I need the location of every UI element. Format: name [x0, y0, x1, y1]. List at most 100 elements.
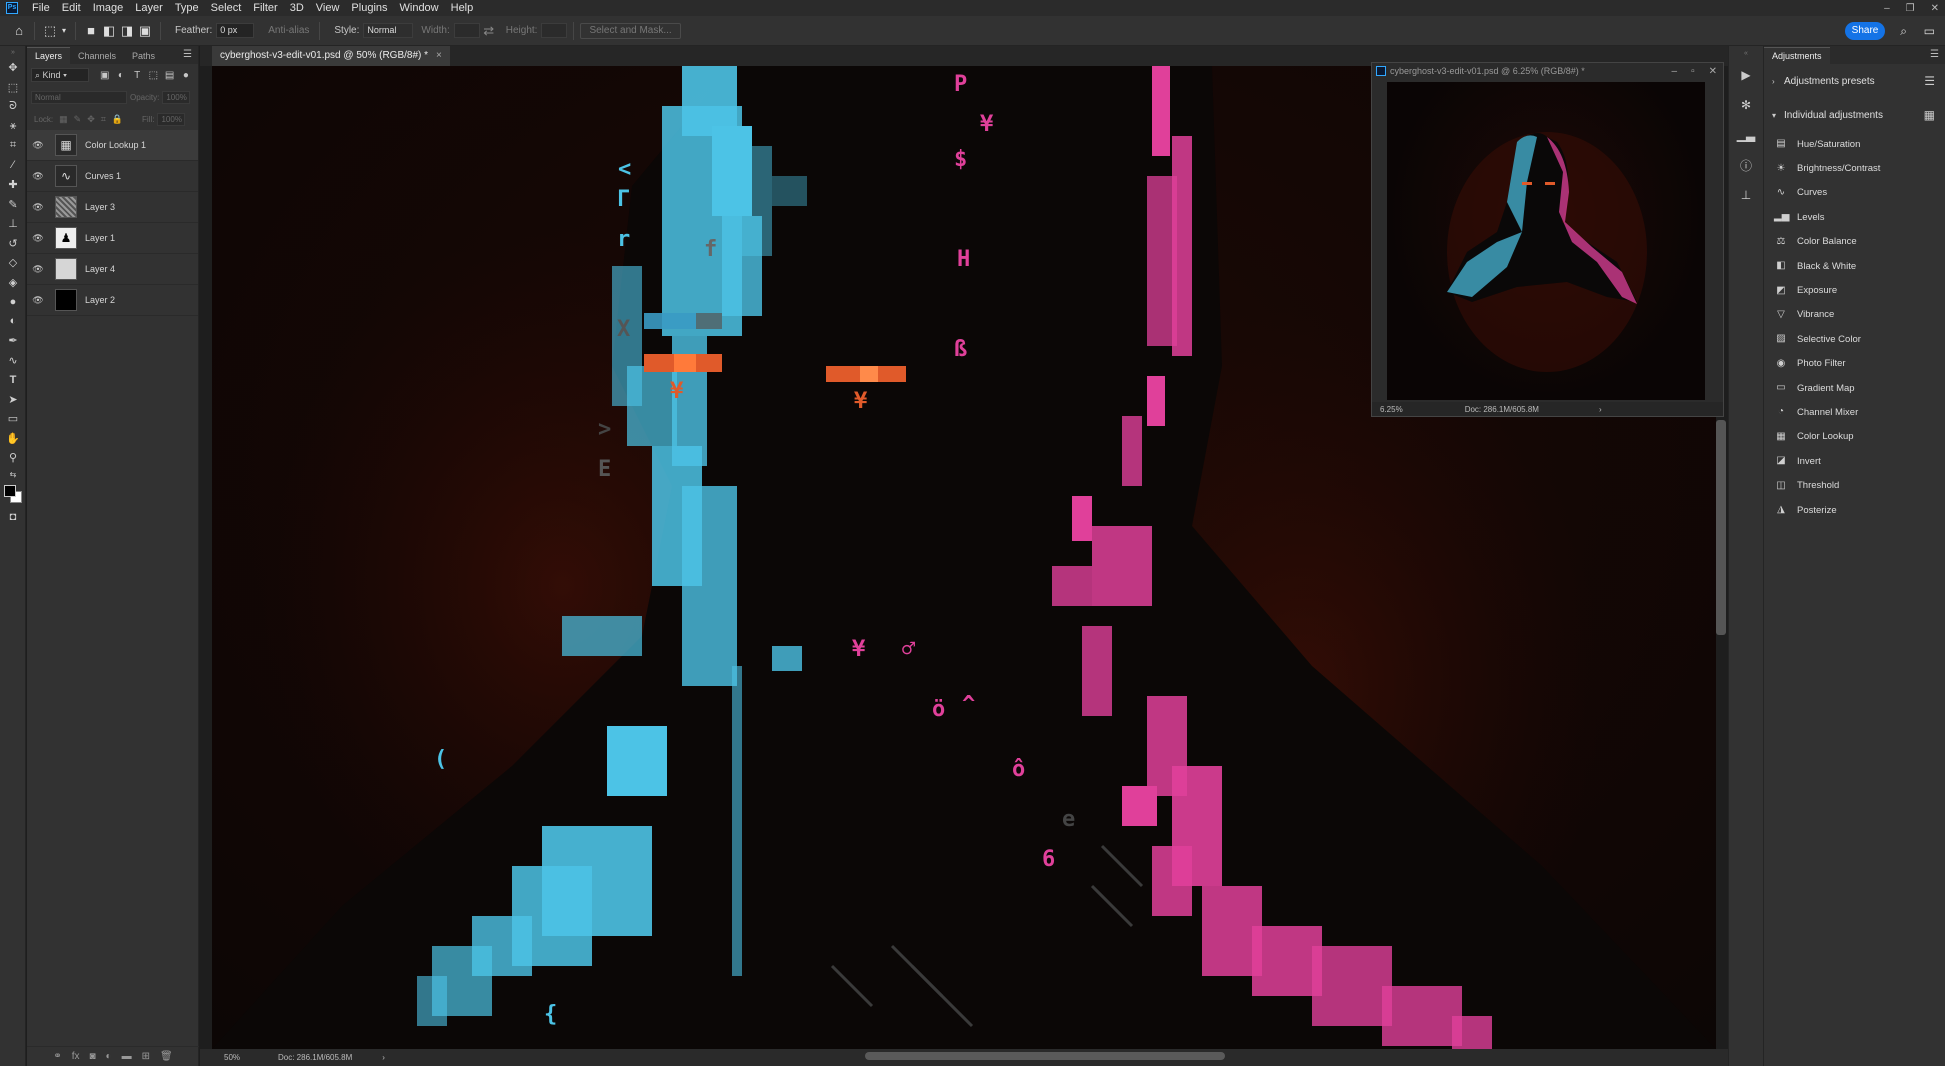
- subtract-selection-icon[interactable]: ◨: [118, 22, 136, 40]
- stamp-tool-icon[interactable]: ⊥: [0, 214, 26, 234]
- lock-artboard-icon[interactable]: ⌗: [101, 114, 106, 125]
- style-select[interactable]: Normal: [363, 23, 414, 38]
- lasso-tool-icon[interactable]: ᘐ: [0, 97, 26, 117]
- adjustment-item[interactable]: ◩ Exposure: [1764, 278, 1945, 302]
- expand-icon[interactable]: «: [1729, 46, 1763, 60]
- menu-3d[interactable]: 3D: [284, 0, 310, 16]
- fx-icon[interactable]: fx: [72, 1051, 80, 1062]
- menu-image[interactable]: Image: [87, 0, 130, 16]
- foreground-color[interactable]: [4, 484, 16, 497]
- filter-adjustment-icon[interactable]: ◐: [113, 70, 129, 81]
- home-icon[interactable]: ⌂: [10, 22, 28, 40]
- adjustment-item[interactable]: ◮ Posterize: [1764, 498, 1945, 522]
- blur-tool-icon[interactable]: ●: [0, 292, 26, 312]
- menu-filter[interactable]: Filter: [247, 0, 283, 16]
- vertical-scrollbar[interactable]: [1716, 420, 1726, 635]
- horizontal-scrollbar[interactable]: [865, 1052, 1225, 1060]
- chevron-down-icon[interactable]: ▾: [59, 22, 69, 40]
- minimize-icon[interactable]: –: [1672, 63, 1678, 80]
- dodge-tool-icon[interactable]: ◐: [0, 312, 26, 332]
- folder-icon[interactable]: ▬: [122, 1051, 132, 1062]
- width-input[interactable]: [453, 23, 480, 38]
- chevron-right-icon[interactable]: ›: [1599, 405, 1602, 414]
- brush-settings-icon[interactable]: ✻: [1729, 90, 1763, 120]
- trash-icon[interactable]: 🗑: [160, 1051, 173, 1062]
- adjustment-item[interactable]: ☀ Brightness/Contrast: [1764, 156, 1945, 180]
- tab-layers[interactable]: Layers: [27, 47, 71, 64]
- adjustment-item[interactable]: ▨ Selective Color: [1764, 327, 1945, 351]
- adjustment-item[interactable]: ∿ Curves: [1764, 181, 1945, 205]
- chevron-right-icon[interactable]: ›: [382, 1053, 385, 1062]
- layer-row[interactable]: 👁 Layer 4: [27, 254, 198, 285]
- marquee-tool-icon[interactable]: ⬚: [0, 78, 26, 98]
- curvature-pen-icon[interactable]: ∿: [0, 351, 26, 371]
- filter-type-icon[interactable]: T: [129, 70, 145, 81]
- height-input[interactable]: [541, 23, 568, 38]
- layer-row[interactable]: 👁 ▦ Color Lookup 1: [27, 130, 198, 161]
- filter-shape-icon[interactable]: ⬚: [145, 70, 161, 81]
- path-selection-icon[interactable]: ➤: [0, 390, 26, 410]
- adjustment-item[interactable]: ⚖ Color Balance: [1764, 230, 1945, 254]
- adjustment-item[interactable]: ▽ Vibrance: [1764, 303, 1945, 327]
- zoom-level[interactable]: 50%: [224, 1053, 248, 1062]
- individual-adjustments-section[interactable]: ▾ Individual adjustments ▦: [1764, 98, 1945, 132]
- list-view-icon[interactable]: ☰: [1924, 74, 1935, 88]
- tab-paths[interactable]: Paths: [124, 48, 163, 64]
- adjustment-item[interactable]: ◉ Photo Filter: [1764, 352, 1945, 376]
- adjustments-presets-section[interactable]: › Adjustments presets ☰: [1764, 64, 1945, 98]
- document-tab[interactable]: cyberghost-v3-edit-v01.psd @ 50% (RGB/8#…: [212, 46, 450, 66]
- filter-pixel-icon[interactable]: ▣: [97, 70, 113, 81]
- visibility-eye-icon[interactable]: 👁: [27, 233, 49, 244]
- visibility-eye-icon[interactable]: 👁: [27, 171, 49, 182]
- feather-input[interactable]: 0 px: [216, 23, 255, 38]
- menu-type[interactable]: Type: [169, 0, 205, 16]
- adjustment-item[interactable]: ▭ Gradient Map: [1764, 376, 1945, 400]
- intersect-selection-icon[interactable]: ▣: [136, 22, 154, 40]
- maximize-icon[interactable]: ▫: [1691, 63, 1695, 80]
- close-icon[interactable]: ✕: [1931, 3, 1939, 14]
- adjustment-item[interactable]: ▂▅ Levels: [1764, 205, 1945, 229]
- pen-tool-icon[interactable]: ✒: [0, 331, 26, 351]
- grid-view-icon[interactable]: ▦: [1924, 108, 1935, 122]
- menu-help[interactable]: Help: [445, 0, 480, 16]
- photoshop-logo-icon[interactable]: Ps: [6, 2, 18, 14]
- menu-select[interactable]: Select: [205, 0, 248, 16]
- close-tab-icon[interactable]: ×: [436, 50, 442, 61]
- eraser-tool-icon[interactable]: ◇: [0, 253, 26, 273]
- floating-window-preview[interactable]: [1387, 82, 1705, 400]
- history-brush-icon[interactable]: ↺: [0, 234, 26, 254]
- kind-filter-select[interactable]: ⌕ Kind ▾: [31, 68, 89, 82]
- filter-smart-object-icon[interactable]: ▤: [161, 70, 177, 81]
- rectangle-tool-icon[interactable]: ▭: [0, 409, 26, 429]
- new-selection-icon[interactable]: ■: [82, 22, 100, 40]
- collapse-icon[interactable]: »: [0, 46, 26, 58]
- share-button[interactable]: Share: [1845, 22, 1885, 40]
- floating-document-window[interactable]: cyberghost-v3-edit-v01.psd @ 6.25% (RGB/…: [1371, 62, 1724, 417]
- zoom-tool-icon[interactable]: ⚲: [0, 448, 26, 468]
- antialias-checkbox[interactable]: Anti-alias: [268, 25, 309, 36]
- menu-edit[interactable]: Edit: [56, 0, 87, 16]
- panel-menu-icon[interactable]: ☰: [183, 49, 192, 60]
- lock-transparency-icon[interactable]: ▦: [59, 114, 68, 125]
- add-selection-icon[interactable]: ◧: [100, 22, 118, 40]
- eyedropper-tool-icon[interactable]: ⁄: [0, 156, 26, 176]
- move-tool-icon[interactable]: ✥: [0, 58, 26, 78]
- menu-window[interactable]: Window: [394, 0, 445, 16]
- fill-input[interactable]: 100%: [157, 112, 186, 126]
- quick-mask-icon[interactable]: ◘: [0, 508, 26, 528]
- lock-position-icon[interactable]: ✥: [87, 114, 95, 125]
- crop-tool-icon[interactable]: ⌗: [0, 136, 26, 156]
- brush-tool-icon[interactable]: ✎: [0, 195, 26, 215]
- floating-zoom[interactable]: 6.25%: [1380, 405, 1403, 414]
- layer-row[interactable]: 👁 ♟ Layer 1: [27, 223, 198, 254]
- floating-window-titlebar[interactable]: cyberghost-v3-edit-v01.psd @ 6.25% (RGB/…: [1372, 63, 1723, 80]
- paint-bucket-icon[interactable]: ◈: [0, 273, 26, 293]
- color-swatches[interactable]: [0, 482, 26, 508]
- magic-wand-tool-icon[interactable]: ⚹: [0, 117, 26, 137]
- lock-all-icon[interactable]: 🔒: [112, 114, 123, 125]
- mask-icon[interactable]: ◙: [89, 1051, 95, 1062]
- adjustment-icon[interactable]: ◐: [106, 1051, 112, 1062]
- tab-adjustments[interactable]: Adjustments: [1764, 47, 1830, 64]
- filter-toggle-icon[interactable]: ●: [178, 70, 194, 81]
- adjustment-item[interactable]: ◧ Black & White: [1764, 254, 1945, 278]
